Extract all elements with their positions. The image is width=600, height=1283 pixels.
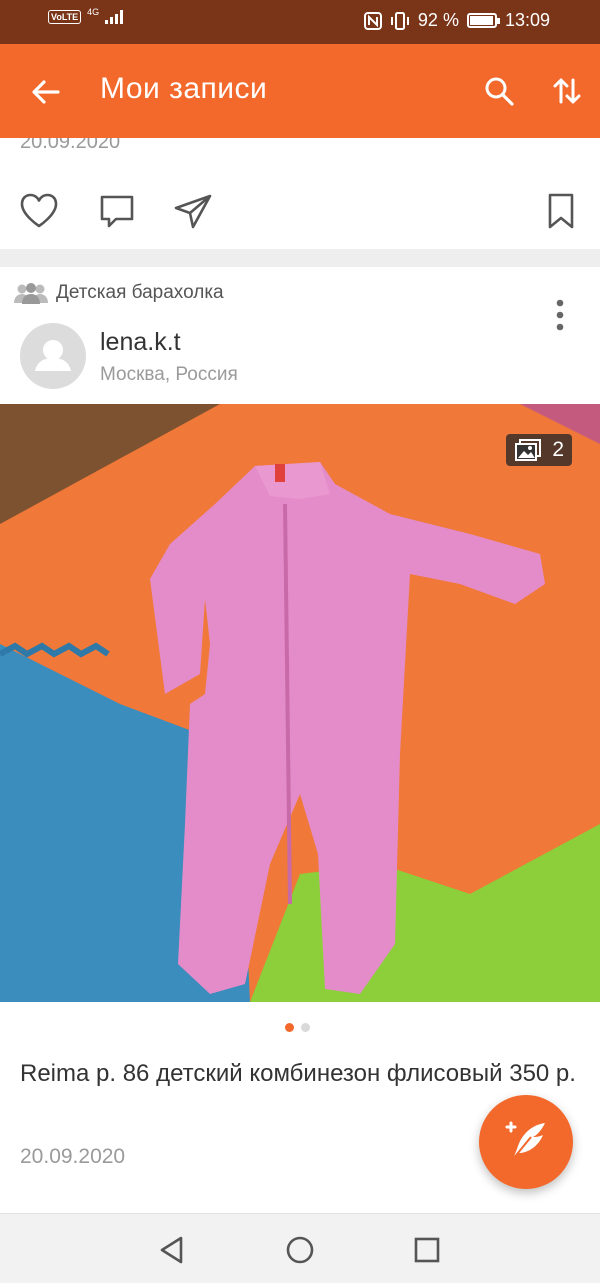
gallery-icon xyxy=(515,439,542,461)
group-name: Детская барахолка xyxy=(56,282,224,303)
author-location: Москва, Россия xyxy=(100,364,238,385)
page-title: Мои записи xyxy=(100,72,268,105)
volte-indicator: VoLTE xyxy=(48,10,82,24)
post-date: 20.09.2020 xyxy=(20,1145,126,1168)
photo-image xyxy=(0,404,600,1002)
network-type: 4G xyxy=(87,7,100,17)
heart-icon[interactable] xyxy=(18,190,60,232)
author-name[interactable]: lena.k.t xyxy=(100,328,181,357)
status-bar: VoLTE 4G 92 % 13:09 xyxy=(0,0,600,44)
nfc-icon xyxy=(363,11,382,30)
share-icon[interactable] xyxy=(172,190,214,232)
previous-post-actions xyxy=(0,190,600,240)
system-nav-bar xyxy=(0,1213,600,1283)
carousel-dot xyxy=(301,1023,310,1032)
avatar[interactable] xyxy=(20,323,86,389)
new-post-button[interactable] xyxy=(479,1095,573,1189)
signal-icon xyxy=(105,10,124,24)
post-separator xyxy=(0,249,600,267)
photo-count-badge: 2 xyxy=(506,434,572,466)
nav-recents-icon[interactable] xyxy=(411,1234,443,1266)
bookmark-icon[interactable] xyxy=(540,190,582,232)
sort-icon[interactable] xyxy=(550,74,584,108)
feather-pen-icon xyxy=(505,1121,545,1160)
search-icon[interactable] xyxy=(482,74,516,108)
arrow-left-icon[interactable] xyxy=(28,74,64,110)
battery-icon xyxy=(466,13,500,28)
nav-back-icon[interactable] xyxy=(156,1234,188,1266)
photo-count: 2 xyxy=(552,438,564,461)
clock: 13:09 xyxy=(504,10,550,30)
carousel-dot-active xyxy=(285,1023,294,1032)
vibrate-icon xyxy=(390,11,409,30)
carousel-indicator xyxy=(285,1023,310,1032)
user-placeholder-icon xyxy=(35,340,71,371)
nav-home-icon[interactable] xyxy=(284,1234,316,1266)
battery-percent: 92 % xyxy=(417,10,459,30)
app-bar: Мои записи xyxy=(0,44,600,138)
group-icon xyxy=(14,283,48,304)
more-options-icon[interactable] xyxy=(548,298,572,332)
group-link[interactable]: Детская барахолка xyxy=(14,281,224,305)
comment-icon[interactable] xyxy=(96,190,138,232)
post-title[interactable]: Reima р. 86 детский комбинезон флисовый … xyxy=(20,1055,580,1092)
post-photo[interactable]: 2 xyxy=(0,404,600,1002)
